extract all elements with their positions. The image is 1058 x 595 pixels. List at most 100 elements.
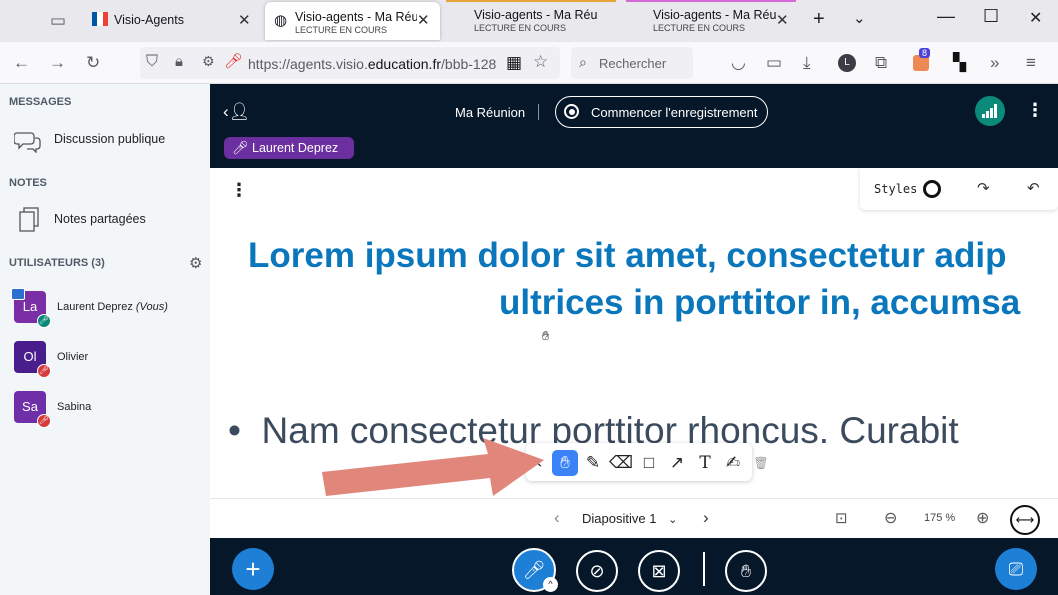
- redo-icon[interactable]: ↷: [977, 179, 990, 197]
- shared-notes-label: Notes partagées: [54, 212, 146, 226]
- close-tab-icon[interactable]: ✕: [776, 11, 789, 29]
- overflow-chevrons-icon[interactable]: »: [990, 53, 999, 73]
- presentation-whiteboard[interactable]: ⋮ Styles ↷ ↶ Lorem ipsum dolor sit amet,…: [210, 168, 1058, 498]
- browser-tab-bar: ▭ Visio-Agents ✕ ◍ Visio-agents - Ma Réu…: [0, 0, 1058, 42]
- slide-navigation-bar: ‹ Diapositive 1 ⌄ › ⊡ ⊖ 175 % ⊕ ⟷: [210, 498, 1058, 538]
- notes-document-icon: [19, 207, 39, 232]
- qr-code-icon[interactable]: ▦: [506, 53, 522, 73]
- minimize-icon[interactable]: —: [937, 6, 955, 27]
- stroke-style-icon[interactable]: [923, 180, 941, 198]
- muted-microphone-icon: 🎤︎: [37, 364, 51, 378]
- download-icon[interactable]: ⤓: [803, 53, 811, 73]
- user-list-item[interactable]: La 🎤︎ Laurent Deprez (Vous): [11, 288, 204, 328]
- tab-subtitle: LECTURE EN COURS: [474, 23, 567, 33]
- muted-microphone-icon: 🎤︎: [37, 414, 51, 428]
- raise-hand-button[interactable]: ✋︎: [725, 550, 767, 592]
- bookmark-star-icon[interactable]: ☆: [533, 52, 548, 72]
- public-chat-item[interactable]: Discussion publique: [14, 129, 194, 155]
- new-tab-icon[interactable]: +: [813, 8, 825, 31]
- search-field[interactable]: ⌕ Rechercher: [571, 47, 693, 79]
- delete-icon[interactable]: 🗑︎: [752, 450, 770, 476]
- zoom-out-icon[interactable]: ⊖: [884, 508, 897, 528]
- next-slide-icon[interactable]: ›: [703, 508, 709, 528]
- connection-status-button[interactable]: [975, 96, 1005, 126]
- close-tab-icon[interactable]: ✕: [417, 11, 430, 29]
- slide-title-line-1: Lorem ipsum dolor sit amet, consectetur …: [248, 236, 1007, 275]
- fit-to-width-icon[interactable]: ⟷: [1010, 505, 1040, 535]
- hand-tool-icon[interactable]: ✋︎: [552, 450, 578, 476]
- forward-icon[interactable]: →: [49, 53, 66, 73]
- undo-icon[interactable]: ↶: [1027, 179, 1040, 197]
- back-icon[interactable]: ←: [13, 53, 30, 73]
- shared-notes-item[interactable]: Notes partagées: [14, 206, 194, 234]
- hand-cursor-icon: ✋︎: [542, 328, 550, 343]
- audio-settings-chevron-icon[interactable]: ^: [543, 577, 558, 592]
- microphone-active-icon[interactable]: 🎤︎: [224, 52, 243, 70]
- styles-label[interactable]: Styles: [874, 182, 917, 196]
- slide-title-line-2: ultrices in porttitor in, accumsa: [499, 283, 1021, 322]
- reload-icon[interactable]: ↻: [86, 53, 100, 73]
- url-text[interactable]: https://agents.visio.education.fr/bbb-12…: [248, 56, 498, 72]
- user-list-item[interactable]: Ol 🎤︎ Olivier: [14, 341, 204, 378]
- signal-bars-icon: [982, 104, 997, 118]
- arrow-tool-icon[interactable]: ↗: [664, 450, 690, 476]
- start-recording-button[interactable]: Commencer l'enregistrement: [555, 96, 768, 128]
- tab-visio-agents[interactable]: Visio-Agents ✕: [84, 0, 260, 40]
- header-divider: [538, 104, 539, 120]
- tab-title: Visio-Agents: [114, 13, 184, 27]
- note-tool-icon[interactable]: ✍: [720, 450, 746, 476]
- tab-ma-reunion-2[interactable]: Visio-agents - Ma Réunion LECTURE EN COU…: [446, 0, 616, 40]
- start-recording-label: Commencer l'enregistrement: [591, 105, 758, 120]
- maximize-icon[interactable]: ☐: [983, 6, 999, 27]
- zoom-in-icon[interactable]: ⊕: [976, 508, 989, 528]
- pocket-icon[interactable]: ◡: [731, 53, 746, 73]
- profile-avatar-icon[interactable]: L: [838, 54, 856, 72]
- microphone-icon: 🎤︎: [232, 140, 249, 155]
- text-tool-icon[interactable]: T: [692, 450, 718, 476]
- apps-grid-icon[interactable]: ▚: [953, 53, 966, 73]
- tab-title: Visio-agents - Ma Réunion: [295, 10, 417, 24]
- lock-icon[interactable]: 🔒︎: [175, 53, 183, 70]
- presentation-toggle-button[interactable]: ⎚: [995, 548, 1037, 590]
- close-window-icon[interactable]: ✕: [1029, 8, 1042, 28]
- more-options-icon[interactable]: ⋮: [1026, 100, 1044, 121]
- meeting-header: ‹👤︎ Ma Réunion Commencer l'enregistremen…: [210, 84, 1058, 168]
- shield-icon[interactable]: ⛉: [146, 53, 158, 71]
- browser-nav-bar: ← → ↻ ⛉ 🔒︎ ⚙ 🎤︎ https://agents.visio.edu…: [0, 42, 1058, 84]
- slide-selector[interactable]: Diapositive 1 ⌄: [582, 511, 677, 526]
- actions-plus-button[interactable]: +: [232, 548, 274, 590]
- tab-overview-icon[interactable]: ▭: [50, 11, 66, 31]
- users-section-title: UTILISATEURS (3): [9, 257, 105, 269]
- tab-ma-reunion-active[interactable]: ◍ Visio-agents - Ma Réunion LECTURE EN C…: [265, 2, 440, 40]
- rectangle-tool-icon[interactable]: □: [636, 450, 662, 476]
- close-tab-icon[interactable]: ✕: [238, 11, 251, 29]
- toggle-userlist-icon[interactable]: ‹👤︎: [223, 102, 250, 122]
- sidebar: MESSAGES Discussion publique NOTES Notes…: [0, 84, 210, 595]
- eraser-tool-icon[interactable]: ⌫: [608, 450, 634, 476]
- screen-share-off-button[interactable]: ⊠: [638, 550, 680, 592]
- zoom-level: 175 %: [924, 512, 956, 524]
- whiteboard-menu-icon[interactable]: ⋮: [230, 180, 248, 201]
- tab-subtitle: LECTURE EN COURS: [295, 25, 388, 35]
- meeting-title: Ma Réunion: [455, 105, 526, 120]
- slide-label: Diapositive 1: [582, 511, 657, 526]
- search-placeholder: Rechercher: [599, 56, 667, 71]
- annotation-arrow-icon: [322, 438, 544, 496]
- hamburger-menu-icon[interactable]: ≡: [1026, 53, 1036, 73]
- folder-icon[interactable]: ▭: [766, 53, 782, 73]
- chevron-down-icon[interactable]: ⌄: [853, 9, 866, 27]
- user-list-item[interactable]: Sa 🎤︎ Sabina: [14, 391, 204, 428]
- hide-presentation-icon[interactable]: ⊡: [835, 509, 848, 527]
- address-bar[interactable]: ⛉ 🔒︎ ⚙ 🎤︎ https://agents.visio.education…: [140, 47, 560, 79]
- tab-subtitle: LECTURE EN COURS: [653, 23, 746, 33]
- permissions-icon[interactable]: ⚙: [202, 53, 215, 70]
- globe-audio-icon[interactable]: ◍: [274, 11, 287, 29]
- tab-ma-reunion-3[interactable]: Visio-agents - Ma Réunion LECTURE EN COU…: [626, 0, 796, 40]
- public-chat-label: Discussion publique: [54, 132, 166, 146]
- users-settings-gear-icon[interactable]: ⚙: [189, 254, 202, 272]
- previous-slide-icon[interactable]: ‹: [554, 508, 560, 528]
- chat-bubbles-icon: [14, 132, 41, 153]
- pencil-tool-icon[interactable]: ✎: [580, 450, 606, 476]
- camera-off-button[interactable]: ⊘: [576, 550, 618, 592]
- extensions-icon[interactable]: ⧉: [875, 53, 887, 73]
